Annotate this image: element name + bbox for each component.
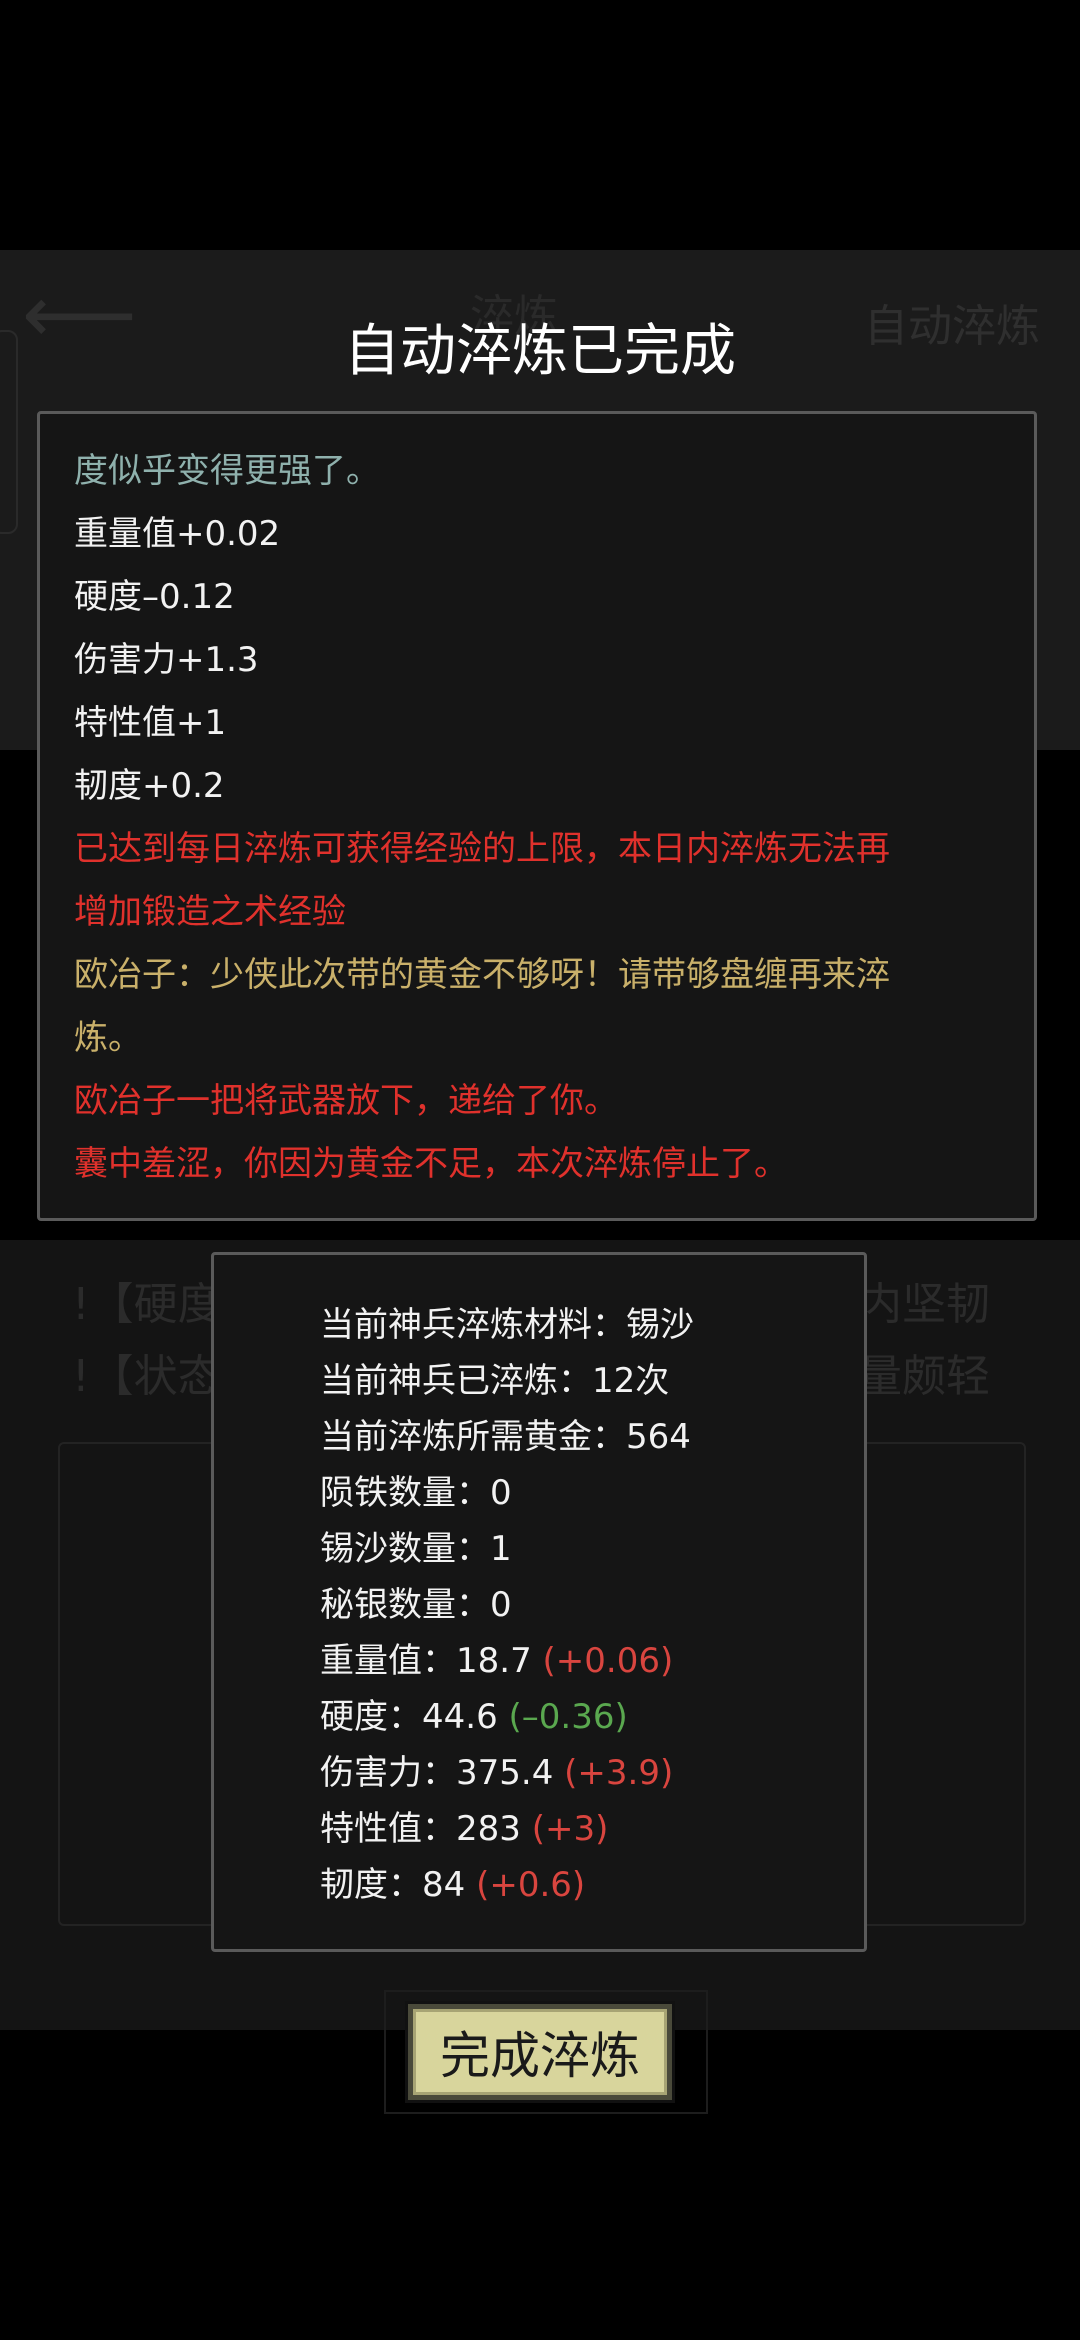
stat-trait-value: 特性值：283 (320, 1809, 521, 1849)
background-row-hardness: !【硬度 (72, 1279, 222, 1330)
stat-mithril: 秘银数量：0 (320, 1585, 512, 1625)
stat-hardness-value: 硬度：44.6 (320, 1697, 498, 1737)
log-line: 硬度–0.12 (74, 577, 235, 617)
stat-weight-delta: (+0.06) (542, 1641, 674, 1681)
log-line: 炼。 (74, 1018, 142, 1058)
stat-weight-value: 重量值：18.7 (320, 1641, 532, 1681)
stat-hardness: 硬度：44.6 (–0.36) (320, 1689, 864, 1745)
log-line: 特性值+1 (74, 703, 227, 743)
stat-toughness-value: 韧度：84 (320, 1865, 466, 1905)
background-row-status: !【状态 (72, 1351, 222, 1402)
stat-toughness: 韧度：84 (+0.6) (320, 1857, 864, 1913)
log-line: 欧冶子：少侠此次带的黄金不够呀！请带够盘缠再来淬 (74, 955, 890, 995)
stat-damage-delta: (+3.9) (564, 1753, 674, 1793)
background-row-status-right: 量颇轻 (858, 1351, 990, 1402)
log-line: 已达到每日淬炼可获得经验的上限，本日内淬炼无法再 (74, 829, 890, 869)
stat-trait: 特性值：283 (+3) (320, 1801, 864, 1857)
stat-damage-value: 伤害力：375.4 (320, 1753, 554, 1793)
stat-material: 当前神兵淬炼材料：锡沙 (320, 1305, 694, 1345)
stat-meteor-iron: 陨铁数量：0 (320, 1473, 512, 1513)
stat-trait-delta: (+3) (531, 1809, 609, 1849)
stat-toughness-delta: (+0.6) (476, 1865, 586, 1905)
stat-tin-sand: 锡沙数量：1 (320, 1529, 512, 1569)
log-line: 伤害力+1.3 (74, 640, 259, 680)
log-line: 增加锻造之术经验 (74, 892, 346, 932)
log-line: 囊中羞涩，你因为黄金不足，本次淬炼停止了。 (74, 1144, 788, 1184)
stat-weight: 重量值：18.7 (+0.06) (320, 1633, 864, 1689)
stat-damage: 伤害力：375.4 (+3.9) (320, 1745, 864, 1801)
weapon-stats-panel: 当前神兵淬炼材料：锡沙 当前神兵已淬炼：12次 当前淬炼所需黄金：564 陨铁数… (211, 1252, 867, 1952)
log-line: 重量值+0.02 (74, 514, 281, 554)
stat-gold-needed: 当前淬炼所需黄金：564 (320, 1417, 691, 1457)
log-line: 欧冶子一把将武器放下，递给了你。 (74, 1081, 618, 1121)
complete-refine-button[interactable]: 完成淬炼 (405, 2001, 675, 2103)
refine-log-lines: 度似乎变得更强了。 重量值+0.02 硬度–0.12 伤害力+1.3 特性值+1 韧度+0… (74, 440, 1000, 1196)
background-row-hardness-right: 内坚韧 (858, 1279, 990, 1330)
log-line: 韧度+0.2 (74, 766, 225, 806)
dialog-title: 自动淬炼已完成 (344, 319, 736, 384)
stat-refined-count: 当前神兵已淬炼：12次 (320, 1361, 670, 1401)
refine-log-panel: 度似乎变得更强了。 重量值+0.02 硬度–0.12 伤害力+1.3 特性值+1 韧度+0… (37, 411, 1037, 1221)
log-line: 度似乎变得更强了。 (74, 451, 380, 491)
stat-hardness-delta: (–0.36) (508, 1697, 628, 1737)
